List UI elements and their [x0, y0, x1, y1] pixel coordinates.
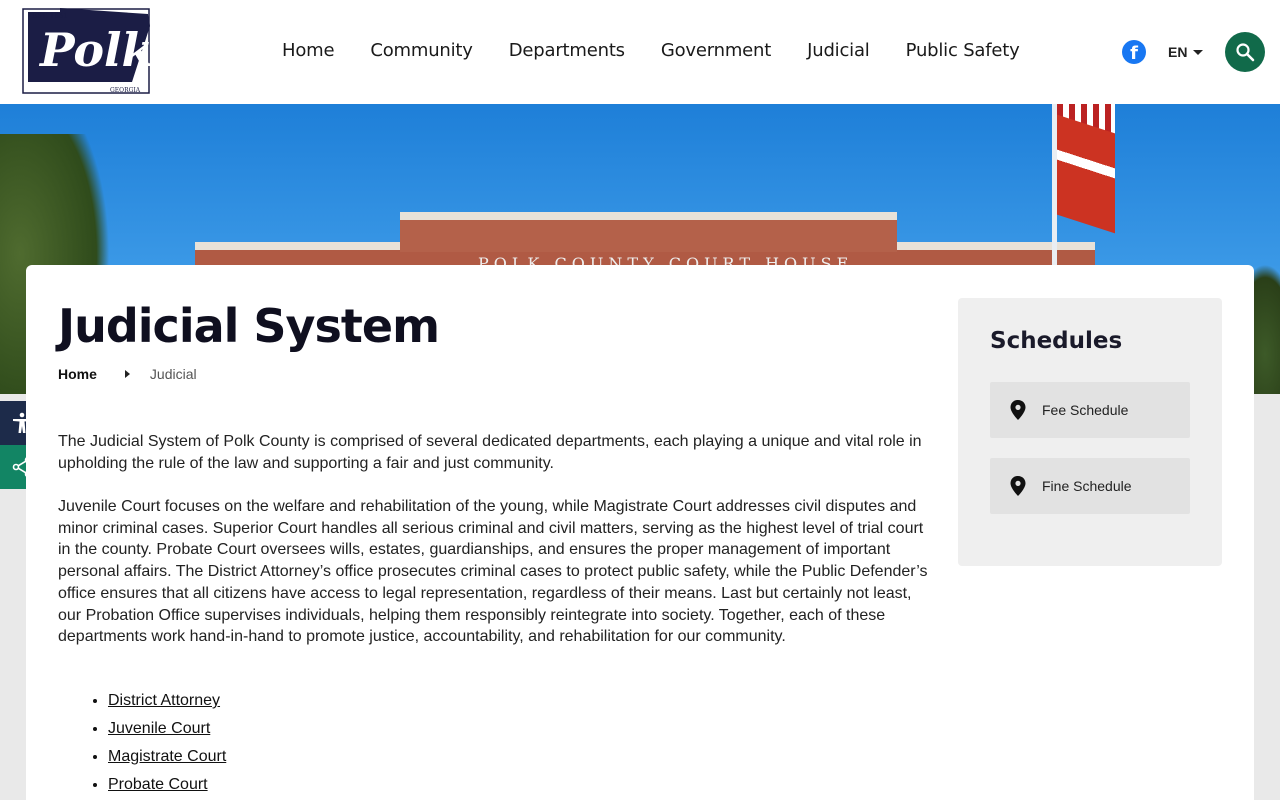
breadcrumb: Home Judicial [58, 366, 197, 382]
nav-home[interactable]: Home [282, 40, 335, 61]
content-card: Judicial System Home Judicial The Judici… [26, 265, 1254, 800]
facebook-icon[interactable]: f [1122, 40, 1146, 64]
nav-judicial[interactable]: Judicial [807, 40, 870, 61]
schedules-heading: Schedules [990, 328, 1123, 354]
logo-est: EST. 1851 [32, 12, 68, 20]
link-magistrate-court[interactable]: Magistrate Court [108, 748, 226, 765]
courthouse-upper [400, 212, 897, 252]
breadcrumb-home[interactable]: Home [58, 366, 97, 382]
page-title: Judicial System [58, 299, 440, 353]
schedules-panel: Schedules Fee Schedule Fine Schedule [958, 298, 1222, 566]
link-juvenile-court[interactable]: Juvenile Court [108, 720, 210, 737]
list-item: Magistrate Court [108, 743, 226, 771]
link-probate-court[interactable]: Probate Court [108, 776, 208, 793]
map-pin-icon [1010, 400, 1026, 420]
site-header: EST. 1851 Polk GEORGIA Home Community De… [0, 0, 1280, 104]
search-button[interactable] [1225, 32, 1265, 72]
breadcrumb-separator-icon [124, 370, 130, 378]
search-icon [1236, 43, 1255, 62]
language-label: EN [1168, 44, 1188, 60]
intro-paragraph: The Judicial System of Polk County is co… [58, 433, 922, 472]
fine-schedule-label: Fine Schedule [1042, 478, 1132, 494]
nav-public-safety[interactable]: Public Safety [906, 40, 1020, 61]
logo-wordmark: Polk [38, 23, 152, 77]
fine-schedule-button[interactable]: Fine Schedule [990, 458, 1190, 514]
nav-government[interactable]: Government [661, 40, 771, 61]
list-item: District Attorney [108, 687, 226, 715]
language-selector[interactable]: EN [1168, 44, 1204, 60]
fee-schedule-button[interactable]: Fee Schedule [990, 382, 1190, 438]
georgia-flag [1057, 114, 1115, 234]
list-item: Juvenile Court [108, 715, 226, 743]
nav-departments[interactable]: Departments [509, 40, 625, 61]
main-nav: Home Community Departments Government Ju… [282, 40, 1056, 61]
department-links: District Attorney Juvenile Court Magistr… [108, 687, 226, 799]
map-pin-icon [1010, 476, 1026, 496]
polk-county-logo[interactable]: EST. 1851 Polk GEORGIA [22, 8, 153, 96]
nav-community[interactable]: Community [370, 40, 473, 61]
list-item: Probate Court [108, 771, 226, 799]
link-district-attorney[interactable]: District Attorney [108, 692, 220, 709]
body-paragraph: Juvenile Court focuses on the welfare an… [58, 498, 928, 646]
logo-state: GEORGIA [110, 87, 141, 94]
chevron-down-icon [1193, 49, 1204, 55]
breadcrumb-current: Judicial [149, 366, 197, 382]
fee-schedule-label: Fee Schedule [1042, 402, 1129, 418]
